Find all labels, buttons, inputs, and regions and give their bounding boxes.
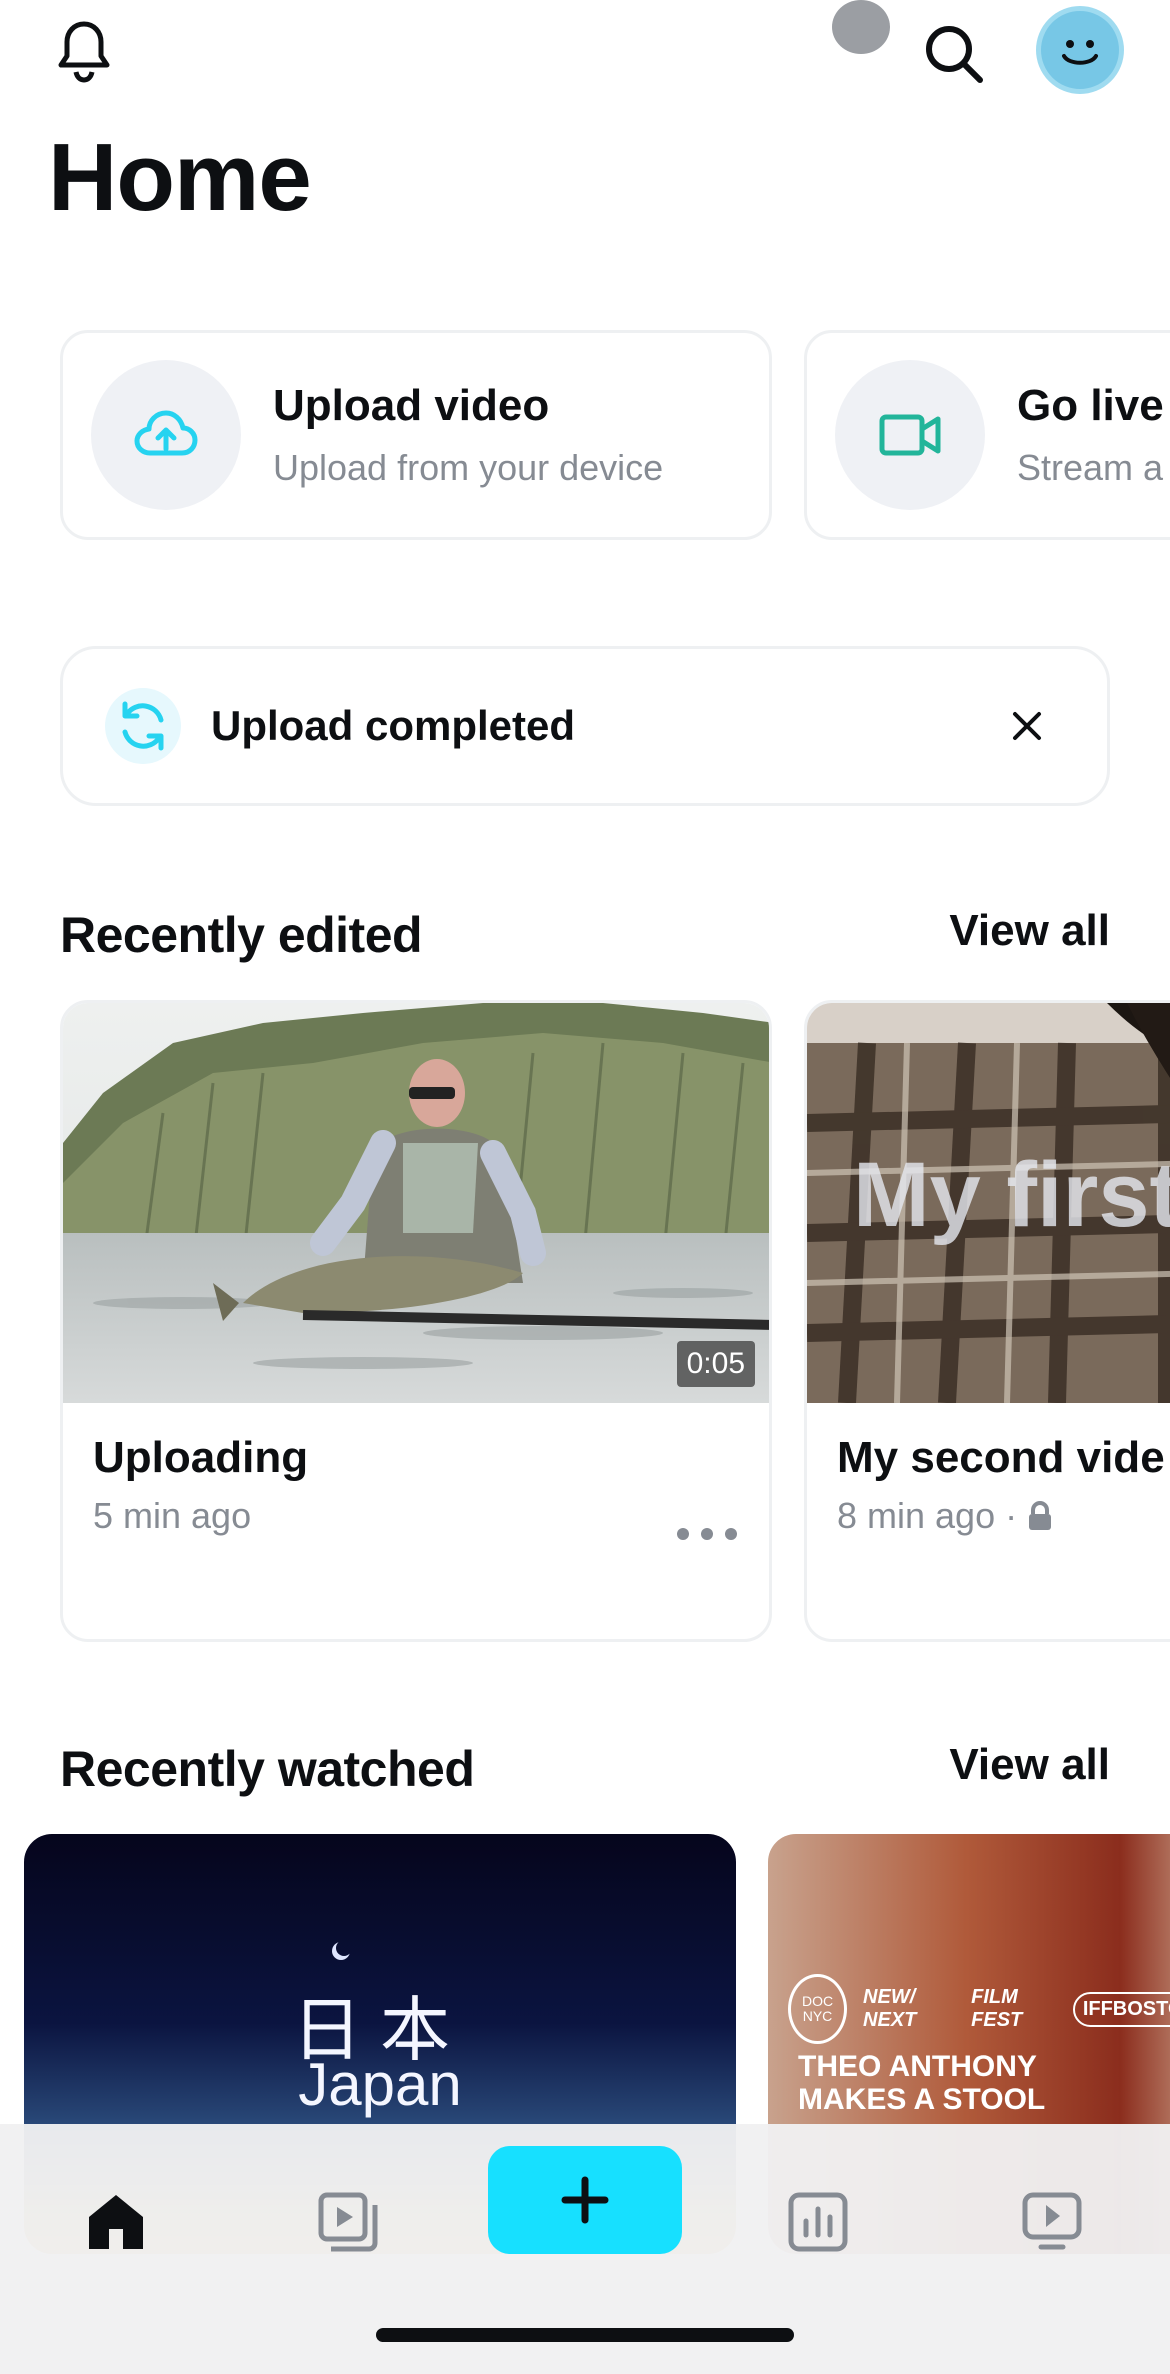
upload-icon-circle bbox=[91, 360, 241, 510]
tab-player[interactable] bbox=[1002, 2172, 1102, 2272]
library-icon bbox=[318, 2192, 378, 2252]
go-live-icon-circle bbox=[835, 360, 985, 510]
recording-indicator bbox=[832, 0, 890, 54]
video-card-second[interactable]: My first My second vide 8 min ago · bbox=[804, 1000, 1170, 1642]
laurel-iffboston: IFFBOSTON bbox=[1072, 1991, 1170, 2027]
toast-text: Upload completed bbox=[211, 702, 576, 749]
home-indicator bbox=[376, 2328, 794, 2342]
video-title-overlay: My first bbox=[853, 1144, 1170, 1246]
recently-watched-title: Recently watched bbox=[60, 1741, 475, 1797]
upload-cloud-icon bbox=[134, 410, 198, 456]
upload-video-subtitle: Upload from your device bbox=[273, 447, 664, 488]
video-title: My second vide bbox=[837, 1433, 1165, 1482]
video-camera-icon bbox=[879, 414, 941, 456]
sync-icon bbox=[105, 688, 181, 764]
create-plus-icon bbox=[561, 2176, 609, 2224]
film-title-line-2: MAKES A STOOL bbox=[798, 2083, 1046, 2116]
avatar[interactable] bbox=[1036, 6, 1124, 94]
page-title: Home bbox=[48, 124, 312, 231]
video-meta: 8 min ago · bbox=[837, 1495, 1053, 1537]
laurel-doc-nyc: DOC NYC bbox=[788, 1974, 848, 2044]
video-title: Uploading bbox=[93, 1433, 309, 1482]
create-button[interactable] bbox=[488, 2146, 682, 2254]
video-thumbnail[interactable]: 0:05 bbox=[63, 1003, 769, 1403]
upload-video-title: Upload video bbox=[273, 381, 550, 430]
close-toast-button[interactable] bbox=[999, 698, 1055, 754]
bell-icon bbox=[58, 21, 110, 83]
video-duration: 0:05 bbox=[676, 1341, 755, 1387]
tab-library[interactable] bbox=[298, 2172, 398, 2272]
festival-laurels: DOC NYC NEW/ NEXT FILM FEST IFFBOSTON bbox=[788, 1974, 1170, 2044]
film-title-line-1: THEO ANTHONY bbox=[798, 2050, 1037, 2083]
upload-video-card[interactable]: Upload video Upload from your device bbox=[60, 330, 772, 540]
film-title: THEO ANTHONY MAKES A STOOL bbox=[798, 2050, 1045, 2116]
go-live-subtitle: Stream a bbox=[1017, 447, 1164, 488]
recently-edited-view-all[interactable]: View all bbox=[949, 906, 1110, 956]
video-time: 8 min ago · bbox=[837, 1495, 1018, 1536]
home-icon bbox=[89, 2195, 143, 2249]
laurel-film-fest: FILM FEST bbox=[971, 1986, 1023, 2031]
video-time: 5 min ago bbox=[93, 1495, 252, 1536]
recently-watched-view-all[interactable]: View all bbox=[949, 1740, 1110, 1790]
tab-analytics[interactable] bbox=[768, 2172, 868, 2272]
search-icon bbox=[926, 26, 983, 83]
smiley-avatar-icon bbox=[1062, 40, 1098, 65]
video-card-uploading[interactable]: 0:05 Uploading 5 min ago bbox=[60, 1000, 772, 1642]
tab-home[interactable] bbox=[66, 2172, 166, 2272]
video-thumbnail[interactable]: My first bbox=[807, 1003, 1170, 1403]
upload-completed-toast: Upload completed bbox=[60, 646, 1110, 806]
more-dots-icon bbox=[677, 1528, 737, 1540]
more-options-button[interactable] bbox=[675, 1503, 739, 1553]
laurel-new-next: NEW/ NEXT bbox=[863, 1986, 917, 2031]
fishing-thumbnail-image bbox=[63, 1003, 769, 1403]
japan-subtitle: Japan bbox=[298, 2051, 462, 2118]
recently-edited-title: Recently edited bbox=[60, 907, 423, 963]
search-button[interactable] bbox=[918, 18, 990, 90]
go-live-card[interactable]: Go live Stream a bbox=[804, 330, 1170, 540]
close-icon bbox=[1013, 712, 1041, 740]
lock-icon bbox=[1029, 1501, 1052, 1530]
player-icon bbox=[1022, 2192, 1082, 2250]
crescent-moon-icon bbox=[336, 1940, 352, 1956]
notifications-button[interactable] bbox=[50, 16, 118, 88]
go-live-title: Go live bbox=[1017, 381, 1164, 430]
video-meta: 5 min ago bbox=[93, 1495, 251, 1537]
analytics-icon bbox=[788, 2192, 848, 2252]
